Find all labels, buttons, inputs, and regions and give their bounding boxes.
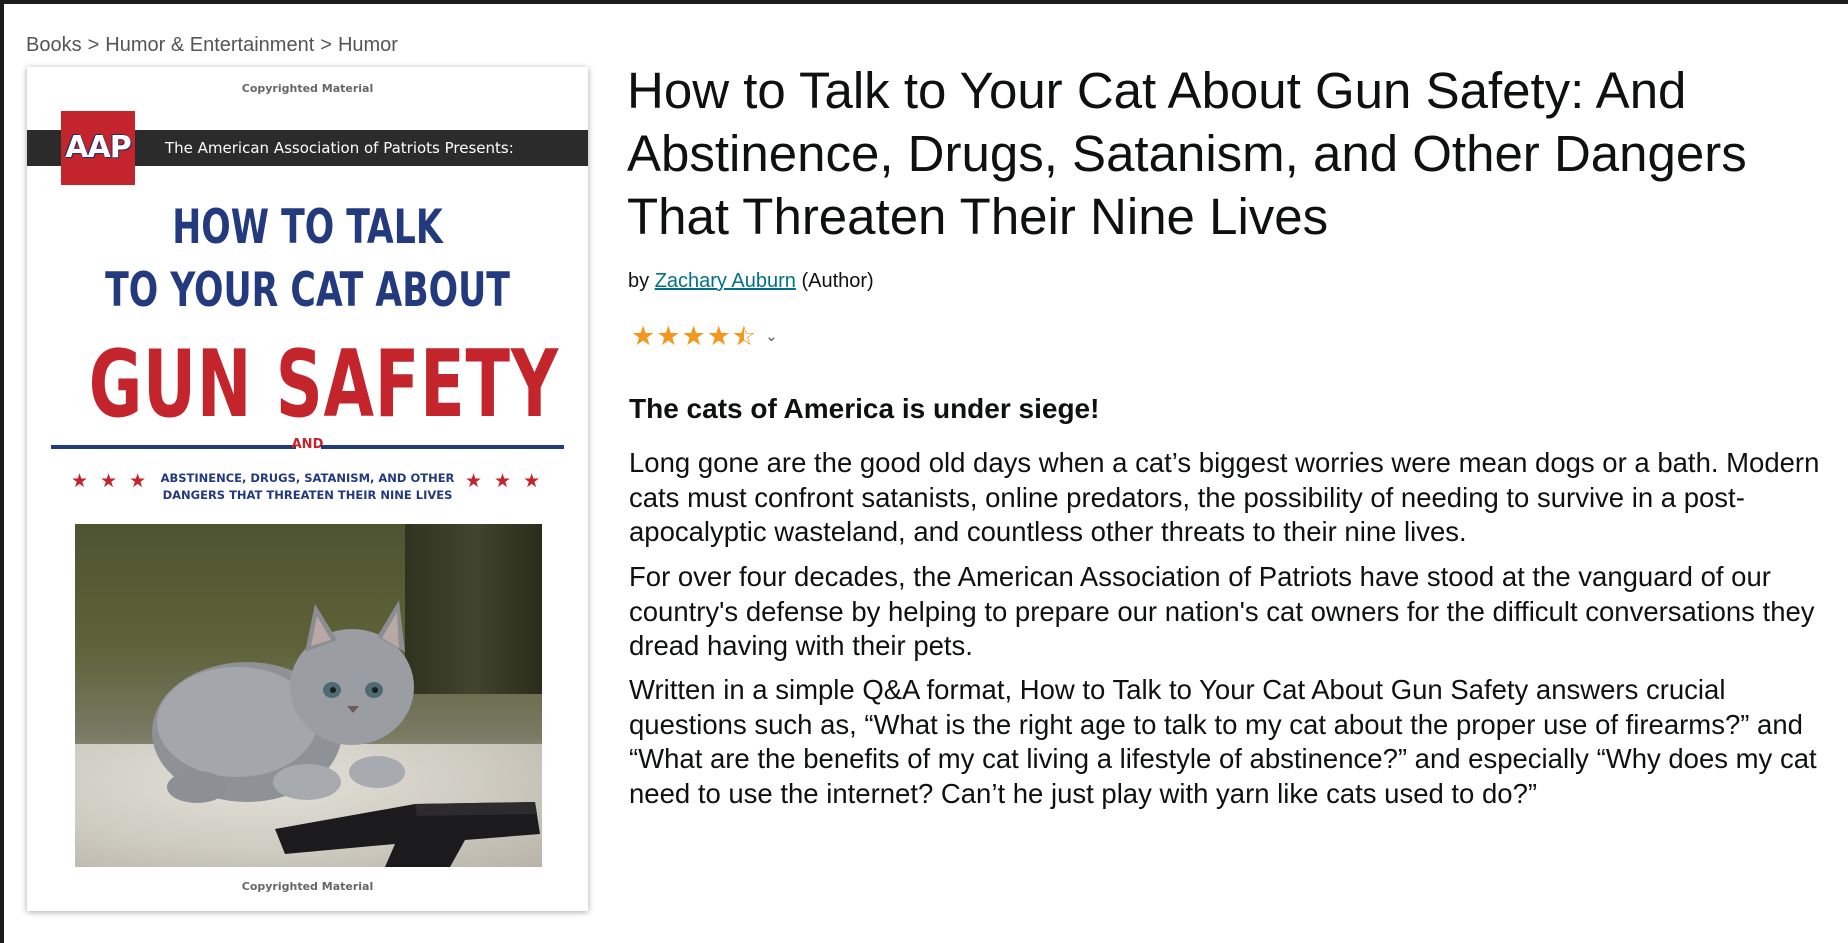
cover-copyright-top: Copyrighted Material bbox=[241, 82, 374, 95]
book-cover-image[interactable]: Copyrighted Material The American Associ… bbox=[27, 67, 588, 911]
cover-copyright-bottom: Copyrighted Material bbox=[241, 880, 374, 893]
cover-subtitle-line-2: DANGERS THAT THREATEN THEIR NINE LIVES bbox=[162, 488, 453, 502]
author-link[interactable]: Zachary Auburn bbox=[655, 270, 796, 292]
breadcrumb-link-books[interactable]: Books bbox=[26, 34, 82, 57]
window-top-border bbox=[0, 0, 1848, 4]
breadcrumb-link-humor-entertainment[interactable]: Humor & Entertainment bbox=[105, 34, 314, 57]
description-paragraph-1: Long gone are the good old days when a c… bbox=[629, 447, 1820, 547]
breadcrumb-link-humor[interactable]: Humor bbox=[338, 34, 398, 57]
cover-title-line-3: GUN SAFETY bbox=[88, 330, 559, 438]
aap-logo: AAP bbox=[61, 111, 135, 185]
star-icon: ★ bbox=[631, 321, 657, 351]
breadcrumb-separator: > bbox=[320, 34, 332, 56]
cover-rule-right bbox=[321, 445, 564, 449]
star-icon: ★ bbox=[656, 321, 682, 351]
breadcrumb: Books > Humor & Entertainment > Humor bbox=[26, 34, 398, 57]
half-star-icon: ☆★ bbox=[731, 321, 758, 351]
cover-subtitle-line-1: ABSTINENCE, DRUGS, SATANISM, AND OTHER bbox=[160, 471, 455, 485]
description-paragraph-2: For over four decades, the American Asso… bbox=[629, 561, 1815, 661]
window-left-border bbox=[0, 0, 4, 943]
author-role: (Author) bbox=[801, 270, 874, 292]
byline-prefix: by bbox=[628, 270, 650, 292]
description-headline: The cats of America is under siege! bbox=[629, 393, 1100, 424]
description-paragraph-3: Written in a simple Q&A format, How to T… bbox=[629, 674, 1817, 809]
cover-photo-kitten-with-pistol bbox=[75, 524, 542, 867]
cover-title-line-2: TO YOUR CAT ABOUT bbox=[105, 263, 510, 318]
byline: by Zachary Auburn (Author) bbox=[628, 270, 874, 293]
star-icon: ★ bbox=[681, 321, 707, 351]
cover-banner-text: The American Association of Patriots Pre… bbox=[165, 139, 514, 157]
star-icon: ★ bbox=[706, 321, 732, 351]
cover-title-line-1: HOW TO TALK bbox=[172, 200, 443, 255]
star-rating[interactable]: ★★★★☆★⌄ bbox=[631, 321, 779, 352]
product-title: How to Talk to Your Cat About Gun Safety… bbox=[627, 62, 1747, 245]
breadcrumb-separator: > bbox=[87, 34, 100, 56]
pistol-illustration bbox=[275, 802, 540, 867]
chevron-down-icon[interactable]: ⌄ bbox=[765, 327, 779, 345]
